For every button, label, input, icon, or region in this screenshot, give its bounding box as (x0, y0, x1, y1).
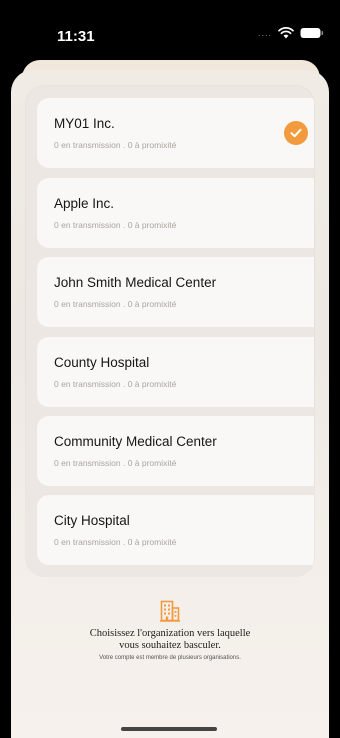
organization-name: City Hospital (54, 513, 130, 528)
organization-status: 0 en transmission . 0 à promixité (54, 537, 177, 547)
organization-name: Apple Inc. (54, 196, 115, 211)
organization-name: County Hospital (54, 355, 150, 370)
organization-sheet: MY01 Inc. 0 en transmission . 0 à promix… (11, 70, 329, 738)
wifi-icon (278, 27, 294, 39)
organization-card-my01[interactable]: MY01 Inc. 0 en transmission . 0 à promix… (37, 98, 314, 168)
organization-status: 0 en transmission . 0 à promixité (54, 458, 177, 468)
organization-card-apple[interactable]: Apple Inc. 0 en transmission . 0 à promi… (37, 178, 314, 248)
switch-organization-message: Choisissez l'organization vers laquelle … (89, 628, 251, 651)
home-indicator[interactable] (121, 727, 217, 731)
membership-note: Votre compte est membre de plusieurs org… (99, 655, 241, 661)
status-time: 11:31 (57, 28, 95, 45)
organization-card-john-smith[interactable]: John Smith Medical Center 0 en transmiss… (37, 257, 314, 327)
organization-card-county-hospital[interactable]: County Hospital 0 en transmission . 0 à … (37, 337, 314, 407)
status-icons: .... (258, 27, 324, 39)
organization-status: 0 en transmission . 0 à promixité (54, 299, 177, 309)
organization-status: 0 en transmission . 0 à promixité (54, 140, 177, 150)
organization-list[interactable]: MY01 Inc. 0 en transmission . 0 à promix… (26, 86, 314, 576)
organization-name: Community Medical Center (54, 434, 217, 449)
organization-status: 0 en transmission . 0 à promixité (54, 379, 177, 389)
battery-icon (300, 28, 324, 38)
building-icon (160, 600, 180, 622)
selected-check-icon (284, 121, 308, 145)
signal-dots: .... (257, 27, 272, 38)
sheet-footer: Choisissez l'organization vers laquelle … (11, 600, 329, 661)
organization-name: MY01 Inc. (54, 116, 115, 131)
organization-card-city-hospital[interactable]: City Hospital 0 en transmission . 0 à pr… (37, 495, 314, 565)
organization-name: John Smith Medical Center (54, 275, 217, 290)
organization-card-community-medical[interactable]: Community Medical Center 0 en transmissi… (37, 416, 314, 486)
organization-status: 0 en transmission . 0 à promixité (54, 220, 177, 230)
